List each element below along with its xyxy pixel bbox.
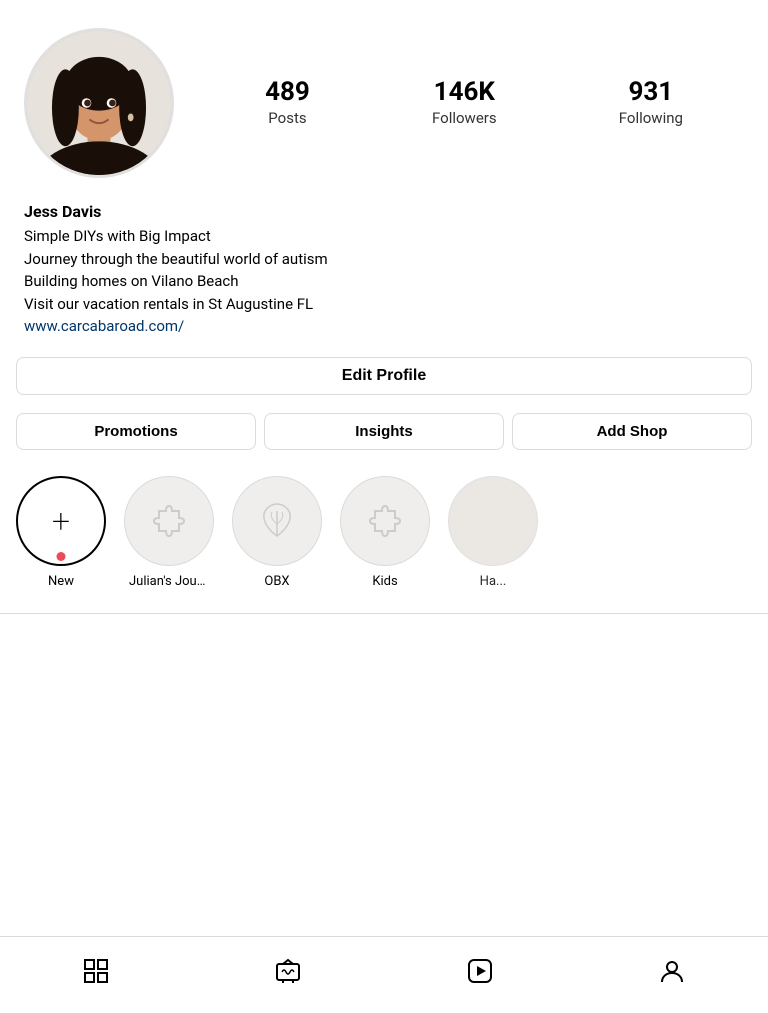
bio-line-1: Simple DIYs with Big Impact bbox=[24, 225, 744, 248]
highlight-kids[interactable]: Kids bbox=[340, 476, 430, 589]
nav-grid[interactable] bbox=[66, 949, 126, 993]
avatar[interactable] bbox=[24, 28, 174, 178]
nav-tv[interactable] bbox=[258, 949, 318, 993]
edit-profile-row: Edit Profile bbox=[0, 353, 768, 405]
bio-section: Jess Davis Simple DIYs with Big Impact J… bbox=[0, 198, 768, 353]
posts-count: 489 bbox=[265, 79, 310, 105]
highlight-kids-label: Kids bbox=[372, 574, 397, 589]
profile-icon bbox=[658, 957, 686, 985]
puzzle-icon-1 bbox=[144, 496, 194, 546]
plus-icon: + bbox=[52, 505, 70, 537]
profile-page: 489 Posts 146K Followers 931 Following J… bbox=[0, 0, 768, 1013]
stat-following[interactable]: 931 Following bbox=[619, 79, 683, 127]
posts-label: Posts bbox=[268, 109, 306, 127]
add-shop-button[interactable]: Add Shop bbox=[512, 413, 752, 450]
puzzle-icon-2 bbox=[360, 496, 410, 546]
nav-reels[interactable] bbox=[450, 949, 510, 993]
insights-button[interactable]: Insights bbox=[264, 413, 504, 450]
avatar-container[interactable] bbox=[24, 28, 174, 178]
profile-header: 489 Posts 146K Followers 931 Following bbox=[0, 0, 768, 198]
highlight-ha-label: Ha... bbox=[480, 574, 507, 589]
highlight-obx-label: OBX bbox=[264, 574, 289, 589]
highlight-ha[interactable]: Ha... bbox=[448, 476, 538, 589]
stat-followers[interactable]: 146K Followers bbox=[432, 79, 497, 127]
tv-icon bbox=[274, 957, 302, 985]
highlight-julians-label: Julian's Jour... bbox=[129, 574, 209, 589]
bio-line-2: Journey through the beautiful world of a… bbox=[24, 248, 744, 271]
followers-count: 146K bbox=[434, 79, 495, 105]
highlights-row: + New Julian's Jour... bbox=[0, 466, 768, 605]
ha-circle bbox=[448, 476, 538, 566]
julians-circle bbox=[124, 476, 214, 566]
highlight-new[interactable]: + New bbox=[16, 476, 106, 589]
followers-label: Followers bbox=[432, 109, 497, 127]
grid-icon bbox=[82, 957, 110, 985]
avatar-image bbox=[27, 28, 171, 178]
bio-line-3: Building homes on Vilano Beach bbox=[24, 270, 744, 293]
stats-container: 489 Posts 146K Followers 931 Following bbox=[194, 79, 744, 127]
content-spacer bbox=[0, 614, 768, 936]
profile-link[interactable]: www.carcabaroad.com/ bbox=[24, 317, 184, 335]
following-count: 931 bbox=[628, 79, 673, 105]
edit-profile-button[interactable]: Edit Profile bbox=[16, 357, 752, 395]
new-dot bbox=[57, 552, 66, 561]
kids-circle bbox=[340, 476, 430, 566]
highlight-julians-journey[interactable]: Julian's Jour... bbox=[124, 476, 214, 589]
obx-circle bbox=[232, 476, 322, 566]
three-buttons-row: Promotions Insights Add Shop bbox=[0, 405, 768, 466]
promotions-button[interactable]: Promotions bbox=[16, 413, 256, 450]
bottom-nav bbox=[0, 936, 768, 1013]
following-label: Following bbox=[619, 109, 683, 127]
profile-name: Jess Davis bbox=[24, 202, 744, 221]
stat-posts[interactable]: 489 Posts bbox=[265, 79, 310, 127]
bio-line-4: Visit our vacation rentals in St Augusti… bbox=[24, 293, 744, 316]
play-icon bbox=[466, 957, 494, 985]
nav-profile[interactable] bbox=[642, 949, 702, 993]
highlight-obx[interactable]: OBX bbox=[232, 476, 322, 589]
leaf-icon bbox=[252, 496, 302, 546]
highlight-new-label: New bbox=[48, 574, 74, 589]
